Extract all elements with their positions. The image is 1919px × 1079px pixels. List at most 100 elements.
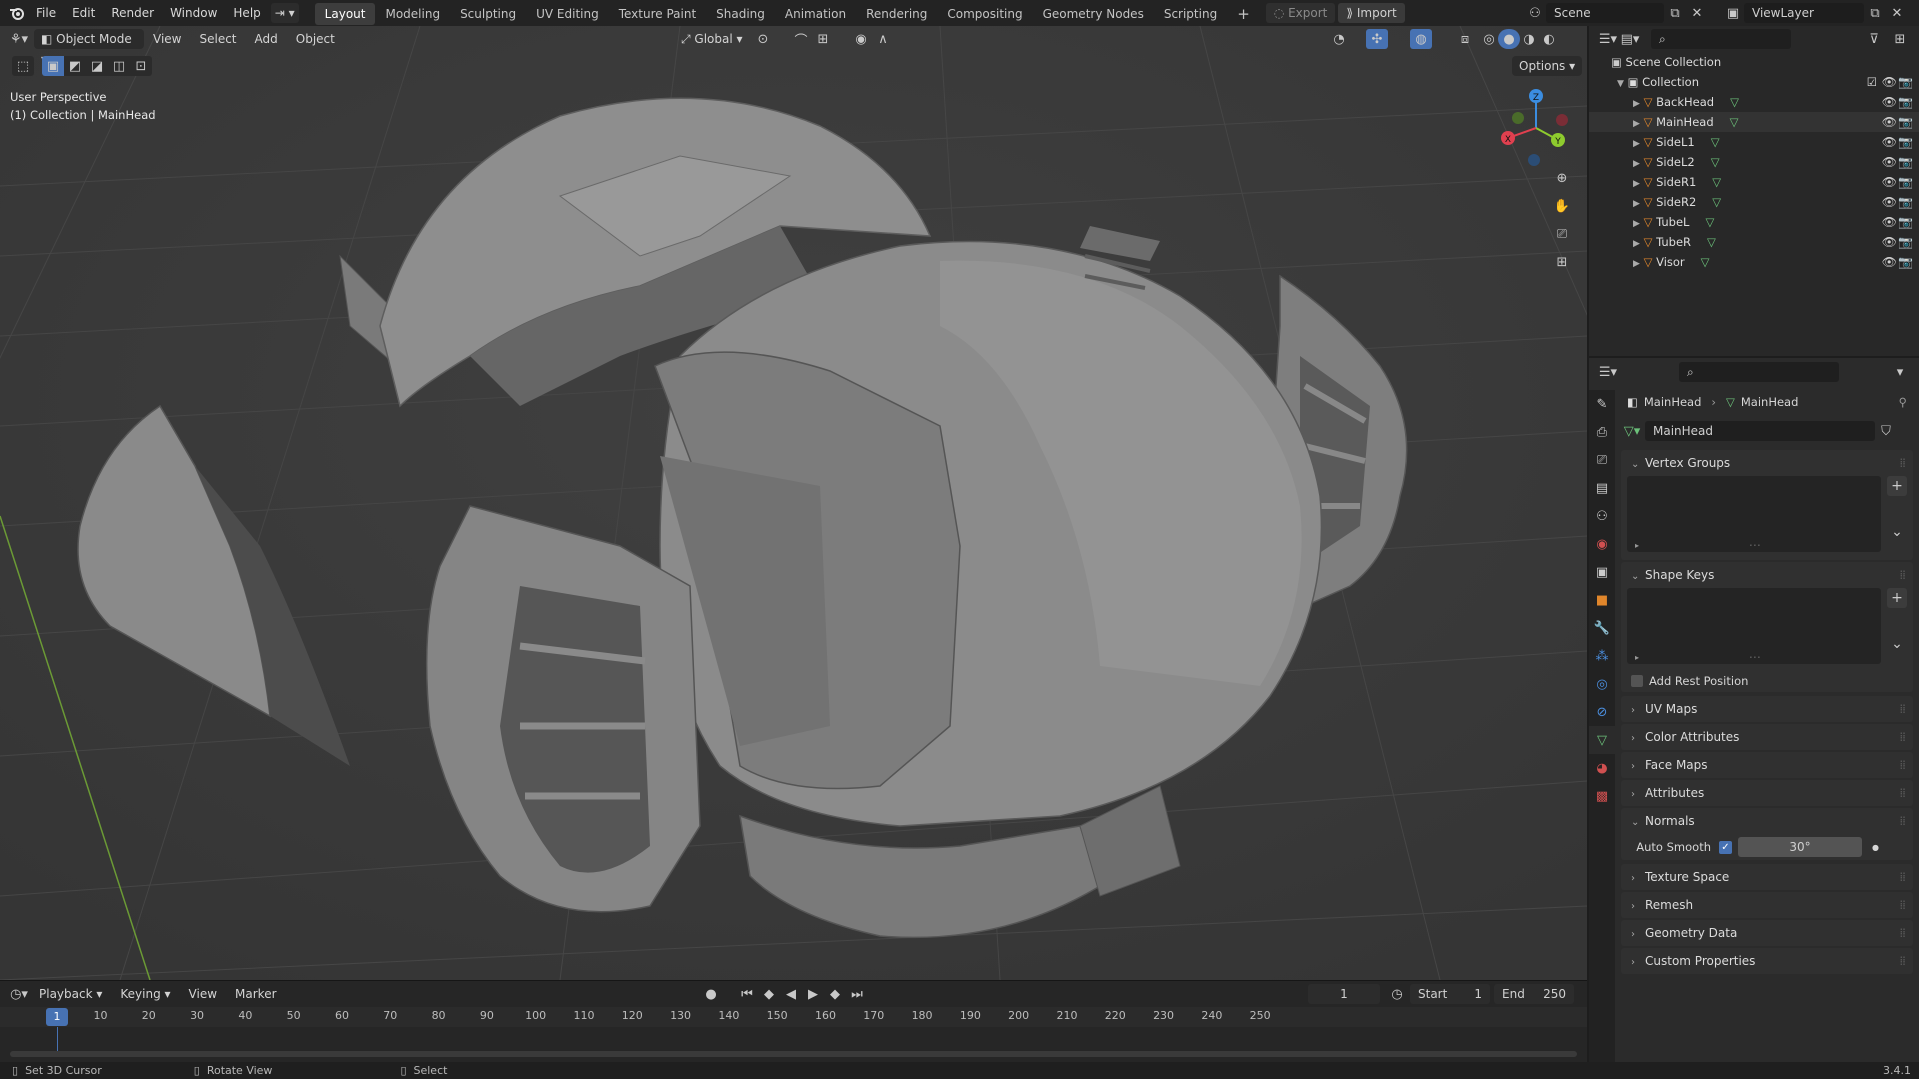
tab-sculpting[interactable]: Sculpting — [450, 3, 526, 25]
outliner-object-row[interactable]: ▶ ▽ SideL2 ▽ 👁 📷 — [1589, 152, 1919, 172]
viewlayer-name-field[interactable]: ViewLayer — [1744, 3, 1864, 23]
proportional-edit-icon[interactable]: ◉ — [850, 29, 872, 49]
drag-grip-icon[interactable]: ⁞⁞ — [1899, 948, 1906, 974]
collection-camera-icon[interactable]: 📷 — [1898, 72, 1913, 92]
normals-header[interactable]: ⌄ Normals ⁞⁞ — [1621, 808, 1913, 834]
drag-grip-icon[interactable]: ⁞⁞ — [1899, 562, 1906, 588]
scene-tab-icon[interactable]: ⚇ — [1589, 502, 1615, 530]
output-tab-icon[interactable]: ⎚ — [1589, 446, 1615, 474]
transform-orientation[interactable]: ⤢ Global ▾ — [672, 29, 752, 49]
outliner[interactable]: ☰▾ ▤▾ ⌕ ⊽ ⊞ ▣ Scene Collection ▼ ▣ Colle… — [1589, 26, 1919, 356]
expand-arrow-icon[interactable]: ▶ — [1633, 99, 1640, 109]
viewlayer-selector[interactable]: ▣ ViewLayer ⧉ ✕ — [1722, 3, 1908, 23]
mesh-data-icon[interactable]: ▽ — [1712, 195, 1721, 209]
auto-smooth-angle-field[interactable]: 30° — [1738, 837, 1862, 857]
tab-texture-paint[interactable]: Texture Paint — [609, 3, 706, 25]
new-scene-icon[interactable]: ⧉ — [1664, 3, 1686, 23]
expand-arrow-icon[interactable]: ▶ — [1633, 159, 1640, 169]
attributes-panel[interactable]: › Attributes ⁞⁞ — [1621, 780, 1913, 806]
object-name[interactable]: MainHead — [1656, 115, 1714, 129]
scene-selector[interactable]: ⚇ Scene ⧉ ✕ — [1524, 3, 1708, 23]
eye-icon[interactable]: 👁 — [1882, 172, 1897, 192]
expand-arrow-icon[interactable]: ▶ — [1633, 199, 1640, 209]
menu-marker[interactable]: Marker — [226, 984, 285, 1004]
end-frame-field[interactable]: End 250 — [1494, 984, 1574, 1004]
mesh-data-icon[interactable]: ▽ — [1730, 115, 1739, 129]
delete-viewlayer-icon[interactable]: ✕ — [1886, 3, 1908, 23]
solid-shading-icon[interactable]: ● — [1498, 29, 1520, 49]
timeline-scrollbar[interactable] — [10, 1051, 1577, 1057]
record-icon[interactable]: ● — [700, 984, 722, 1004]
geometry-data-panel[interactable]: › Geometry Data ⁞⁞ — [1621, 920, 1913, 946]
camera-icon[interactable]: 📷 — [1898, 212, 1913, 232]
timeline-editor-type-icon[interactable]: ◷▾ — [8, 984, 30, 1004]
select-subtract-icon[interactable]: ◪ — [86, 56, 108, 76]
expand-arrow-icon[interactable]: ▶ — [1633, 139, 1640, 149]
object-name[interactable]: SideR1 — [1656, 175, 1696, 189]
drag-grip-icon[interactable]: ⁞⁞ — [1899, 752, 1906, 778]
expand-arrow-icon[interactable]: ▶ — [1633, 119, 1640, 129]
eye-icon[interactable]: 👁 — [1882, 192, 1897, 212]
menu-add[interactable]: Add — [246, 29, 287, 49]
menu-object[interactable]: Object — [287, 29, 344, 49]
delete-scene-icon[interactable]: ✕ — [1686, 3, 1708, 23]
object-name[interactable]: TubeL — [1656, 215, 1689, 229]
collection-checkbox-icon[interactable]: ☑ — [1867, 72, 1877, 92]
tool-tab-icon[interactable]: ✎ — [1589, 390, 1615, 418]
mesh-name-field[interactable]: MainHead — [1645, 421, 1875, 441]
blender-logo-icon[interactable] — [6, 3, 28, 23]
list-resize-icon[interactable]: ⋯ — [1749, 538, 1761, 552]
select-invert-icon[interactable]: ◫ — [108, 56, 130, 76]
navigation-gizmo[interactable]: Z Y X — [1496, 88, 1576, 168]
pin-icon[interactable]: ⚲ — [1899, 395, 1907, 409]
texture-tab-icon[interactable]: ▩ — [1589, 782, 1615, 810]
menu-timeline-view[interactable]: View — [180, 984, 226, 1004]
outliner-object-row[interactable]: ▶ ▽ TubeL ▽ 👁 📷 — [1589, 212, 1919, 232]
mesh-data-icon[interactable]: ▽ — [1712, 175, 1721, 189]
tab-geometry-nodes[interactable]: Geometry Nodes — [1033, 3, 1154, 25]
select-intersect-icon[interactable]: ⊡ — [130, 56, 152, 76]
camera-icon[interactable]: 📷 — [1898, 252, 1913, 272]
physics-tab-icon[interactable]: ◎ — [1589, 670, 1615, 698]
shape-keys-list[interactable]: ▸ ⋯ — [1627, 588, 1881, 664]
timeline-editor[interactable]: ◷▾ Playback ▾ Keying ▾ View Marker ● ⏮ ◆… — [0, 980, 1587, 1062]
eye-icon[interactable]: 👁 — [1882, 232, 1897, 252]
mesh-data-icon[interactable]: ▽ — [1701, 255, 1710, 269]
new-collection-icon[interactable]: ⊞ — [1889, 29, 1911, 49]
start-frame-field[interactable]: Start 1 — [1410, 984, 1490, 1004]
outliner-object-row[interactable]: ▶ ▽ SideR2 ▽ 👁 📷 — [1589, 192, 1919, 212]
tab-uv-editing[interactable]: UV Editing — [526, 3, 609, 25]
frame-ruler[interactable]: 1102030405060708090100110120130140150160… — [0, 1007, 1587, 1027]
gizmo-toggle-icon[interactable]: ✣ — [1366, 29, 1388, 49]
falloff-icon[interactable]: ∧ — [872, 29, 894, 49]
object-name[interactable]: SideL2 — [1656, 155, 1695, 169]
menu-render[interactable]: Render — [103, 0, 162, 26]
drag-grip-icon[interactable]: ⁞⁞ — [1899, 696, 1906, 722]
eye-icon[interactable]: 👁 — [1882, 252, 1897, 272]
shape-keys-header[interactable]: ⌄ Shape Keys ⁞⁞ — [1621, 562, 1913, 588]
outliner-object-row[interactable]: ▶ ▽ SideL1 ▽ 👁 📷 — [1589, 132, 1919, 152]
camera-icon[interactable]: 📷 — [1898, 152, 1913, 172]
editor-type-3d-icon[interactable]: ⚘▾ — [8, 29, 30, 49]
collection-tab-icon[interactable]: ▣ — [1589, 558, 1615, 586]
drag-grip-icon[interactable]: ⁞⁞ — [1899, 892, 1906, 918]
eye-icon[interactable]: 👁 — [1882, 132, 1897, 152]
expand-arrow-icon[interactable]: ▶ — [1633, 179, 1640, 189]
current-frame-field[interactable]: 1 — [1308, 984, 1380, 1004]
expand-arrow-icon[interactable]: ▶ — [1633, 219, 1640, 229]
properties-options-icon[interactable]: ▾ — [1889, 362, 1911, 382]
object-name[interactable]: BackHead — [1656, 95, 1714, 109]
collection-eye-icon[interactable]: 👁 — [1882, 72, 1897, 92]
jump-start-icon[interactable]: ⏮ — [736, 984, 758, 1004]
menu-select[interactable]: Select — [190, 29, 245, 49]
fake-user-shield-icon[interactable]: ⛉ — [1875, 421, 1897, 441]
mode-selector[interactable]: ◧ Object Mode ▾ — [34, 29, 144, 66]
mesh-data-icon[interactable]: ▽ — [1705, 215, 1714, 229]
drag-grip-icon[interactable]: ⁞⁞ — [1899, 724, 1906, 750]
face-maps-panel[interactable]: › Face Maps ⁞⁞ — [1621, 752, 1913, 778]
xray-icon[interactable]: ⧈ — [1454, 29, 1476, 49]
data-tab-icon[interactable]: ▽ — [1589, 726, 1615, 754]
mesh-data-icon[interactable]: ▽ — [1730, 95, 1739, 109]
add-shape-key-button[interactable]: + — [1887, 588, 1907, 608]
object-name[interactable]: Visor — [1656, 255, 1685, 269]
